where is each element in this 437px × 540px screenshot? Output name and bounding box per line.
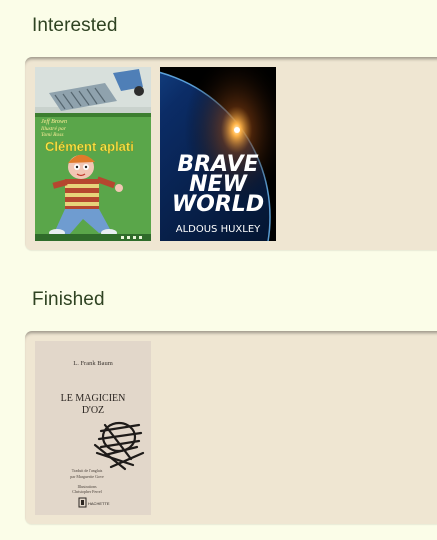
cover-translator-line1: Traduit de l'anglais bbox=[72, 468, 103, 473]
cover-art-clement: Jeff Brown Illustré par Tomi Ross Clémen… bbox=[35, 67, 151, 241]
cover-title-line2: D'OZ bbox=[82, 405, 104, 416]
cover-illustrations-line2: Christopher Ferrel bbox=[72, 489, 102, 494]
cover-publisher: HACHETTE bbox=[88, 501, 110, 506]
cover-illustrator: Tomi Ross bbox=[41, 132, 64, 138]
cover-title-line1: LE MAGICIEN bbox=[61, 393, 126, 404]
cover-author: Jeff Brown bbox=[41, 118, 67, 125]
cover-art-magicien-doz: L. Frank Baum LE MAGICIEN D'OZ Traduit d… bbox=[35, 341, 151, 515]
shelf-finished: L. Frank Baum LE MAGICIEN D'OZ Traduit d… bbox=[25, 331, 437, 524]
cover-title-line3: WORLD bbox=[172, 192, 264, 217]
shelf-interested: Jeff Brown Illustré par Tomi Ross Clémen… bbox=[25, 57, 437, 250]
book-cover-brave-new-world[interactable]: BRAVE NEW WORLD ALDOUS HUXLEY bbox=[160, 67, 276, 241]
cover-author: ALDOUS HUXLEY bbox=[176, 224, 261, 235]
cover-translator-line2: par Marguerite Gove bbox=[70, 474, 104, 479]
section-title-finished: Finished bbox=[32, 289, 105, 310]
cover-author: L. Frank Baum bbox=[73, 360, 113, 367]
book-cover-clement-aplati[interactable]: Jeff Brown Illustré par Tomi Ross Clémen… bbox=[35, 67, 151, 241]
book-cover-le-magicien-doz[interactable]: L. Frank Baum LE MAGICIEN D'OZ Traduit d… bbox=[35, 341, 151, 515]
cover-art-brave-new-world: BRAVE NEW WORLD ALDOUS HUXLEY bbox=[160, 67, 276, 241]
cover-title: Clément aplati bbox=[45, 139, 134, 154]
section-title-interested: Interested bbox=[32, 15, 118, 36]
